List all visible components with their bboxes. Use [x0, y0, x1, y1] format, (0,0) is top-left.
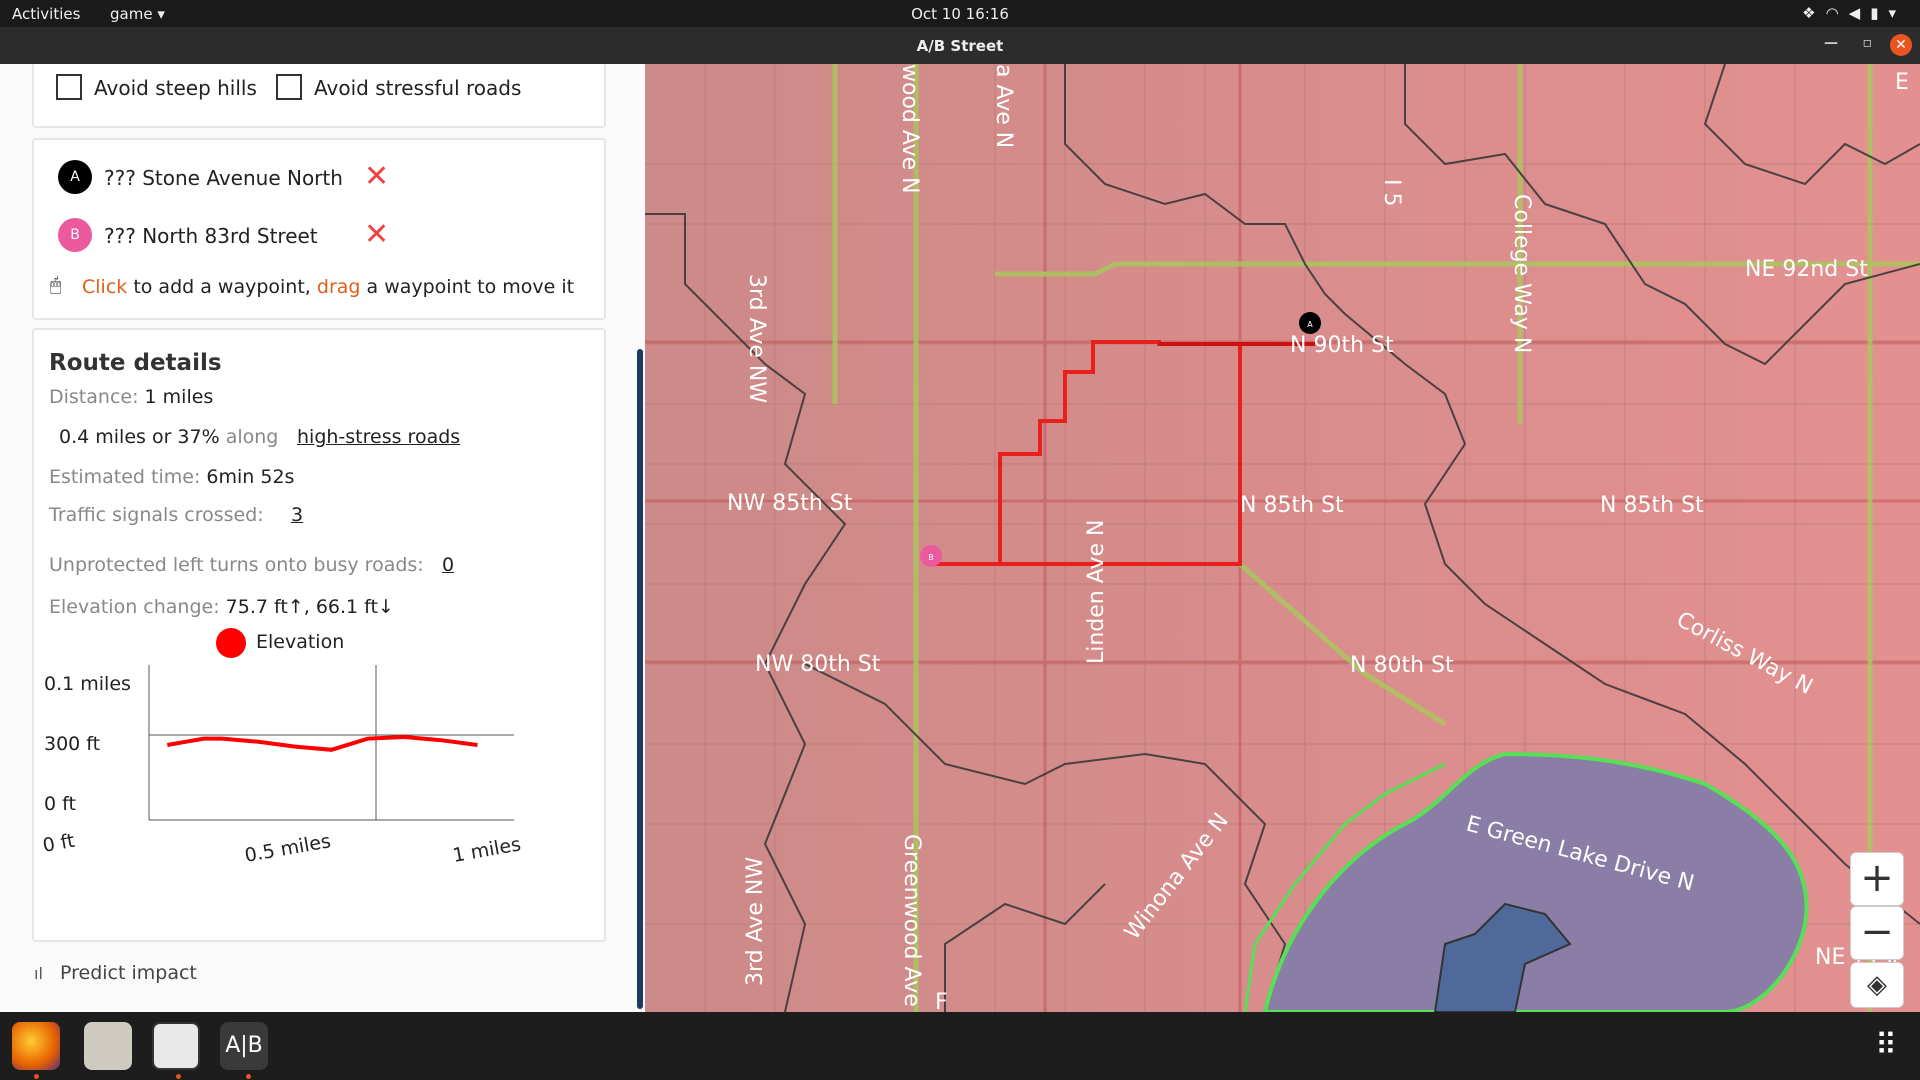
y-tick-label: 0.1 miles [44, 673, 131, 695]
elevation-row: Elevation change: 75.7 ft↑, 66.1 ft↓ [49, 596, 394, 618]
terminal-icon[interactable] [152, 1022, 200, 1070]
map-view[interactable]: A B N 90th St NE 92nd St NW 85th St N 85… [645, 64, 1920, 1012]
high-stress-roads-link[interactable]: high-stress roads [297, 426, 460, 448]
help-drag: drag [316, 276, 361, 298]
elevation-legend-swatch [216, 628, 246, 658]
street-label: N 85th St [1600, 493, 1704, 518]
layers-icon[interactable]: ◈ [1850, 962, 1904, 1008]
street-label: NW 80th St [755, 652, 881, 677]
street-label: Linden Ave N [1084, 519, 1109, 664]
avoid-stressful-label: Avoid stressful roads [314, 76, 522, 100]
route-details-heading: Route details [49, 350, 222, 376]
help-end: a waypoint to move it [360, 276, 575, 298]
street-label: F [935, 990, 948, 1012]
running-indicator [176, 1074, 181, 1079]
street-label: wood Ave N [897, 64, 922, 194]
distance-value: 1 miles [144, 386, 214, 408]
elevation-line [166, 734, 478, 752]
wifi-icon: ◠ [1825, 4, 1849, 22]
zoom-in-button[interactable]: + [1850, 852, 1904, 906]
predict-impact-button[interactable]: Predict impact [60, 962, 197, 984]
avoid-stressful-checkbox[interactable] [276, 74, 302, 100]
battery-icon: ▮ [1870, 4, 1889, 22]
street-label: 3rd Ave NW [744, 274, 769, 403]
y-tick-label: 300 ft [44, 733, 100, 755]
time-row: Estimated time: 6min 52s [49, 466, 294, 488]
map-canvas[interactable]: A B N 90th St NE 92nd St NW 85th St N 85… [645, 64, 1920, 1012]
zoom-out-button[interactable]: − [1850, 906, 1904, 960]
left-turns-label: Unprotected left turns onto busy roads: [49, 554, 424, 576]
street-label: N 85th St [1240, 493, 1344, 518]
elevation-value: 75.7 ft↑, 66.1 ft↓ [225, 596, 394, 618]
system-tray[interactable]: ❖◠◀▮▾ [1802, 4, 1906, 22]
close-icon[interactable]: ✕ [1890, 34, 1912, 56]
waypoints-card: A ??? Stone Avenue North ✕ B ??? North 8… [32, 138, 606, 320]
elevation-chart: 0.1 miles 300 ft 0 ft 0 ft 0.5 miles 1 m… [41, 665, 523, 867]
stress-value: 0.4 miles or 37% [59, 426, 220, 448]
street-label: 3rd Ave NW [743, 857, 768, 986]
chevron-down-icon: ▾ [1888, 4, 1906, 22]
waypoint-help-text: Click to add a waypoint, drag a waypoint… [82, 276, 574, 298]
firefox-icon[interactable] [12, 1022, 60, 1070]
street-label: College Way N [1509, 194, 1534, 353]
y-tick-label: 0 ft [44, 793, 76, 815]
street-label: E [1895, 70, 1909, 95]
remove-waypoint-b-button[interactable]: ✕ [364, 220, 389, 250]
side-panel: Avoid steep hills Avoid stressful roads … [0, 64, 645, 1012]
street-label: a Ave N [991, 64, 1016, 148]
help-click: Click [82, 276, 128, 298]
help-mid: to add a waypoint, [127, 276, 317, 298]
route-options-card: Avoid steep hills Avoid stressful roads [32, 64, 606, 128]
mouse-icon: 🖱 [50, 274, 62, 296]
system-top-bar: Activities game ▾ Oct 10 16:16 ❖◠◀▮▾ [0, 0, 1920, 27]
files-icon[interactable] [84, 1022, 132, 1070]
maximize-icon[interactable]: ▫ [1863, 35, 1873, 51]
waypoint-b-name: ??? North 83rd Street [104, 224, 318, 248]
distance-label: Distance: [49, 386, 139, 408]
elevation-legend-label: Elevation [256, 631, 345, 653]
running-indicator [246, 1074, 251, 1079]
street-label: Greenwood Ave [899, 834, 924, 1007]
distance-row: Distance: 1 miles [49, 386, 213, 408]
route-details-card: Route details Distance: 1 miles 0.4 mile… [32, 328, 606, 942]
avoid-hills-checkbox[interactable] [56, 74, 82, 100]
time-label: Estimated time: [49, 466, 201, 488]
time-value: 6min 52s [206, 466, 295, 488]
waypoint-a-name: ??? Stone Avenue North [104, 166, 343, 190]
dock: A|B ⠿ [0, 1012, 1920, 1080]
stress-row: 0.4 miles or 37% along [59, 426, 278, 448]
window-titlebar: A/B Street — ▫ ✕ [0, 27, 1920, 64]
running-indicator [34, 1074, 39, 1079]
dropbox-icon: ❖ [1802, 4, 1826, 22]
volume-icon: ◀ [1848, 4, 1871, 22]
stress-along: along [225, 426, 279, 448]
clock[interactable]: Oct 10 16:16 [0, 5, 1920, 23]
waypoint-b-marker: B [58, 218, 92, 252]
panel-scrollbar[interactable] [637, 349, 643, 1009]
x-tick-label: 1 miles [451, 833, 523, 867]
elevation-label: Elevation change: [49, 596, 220, 618]
street-label: NE 92nd St [1745, 257, 1868, 282]
avoid-hills-label: Avoid steep hills [94, 76, 257, 100]
bar-chart-icon: ıl [34, 964, 43, 983]
signals-value-link[interactable]: 3 [291, 504, 303, 526]
waypoint-a-marker: A [58, 160, 92, 194]
app-area: Avoid steep hills Avoid stressful roads … [0, 64, 1920, 1012]
signals-label: Traffic signals crossed: [49, 504, 264, 526]
street-label: I 5 [1379, 179, 1404, 206]
street-label: N 90th St [1290, 333, 1394, 358]
x-tick-label: 0 ft [41, 830, 76, 857]
map-waypoint-b-label: B [928, 553, 934, 562]
left-turns-value-link[interactable]: 0 [442, 554, 454, 576]
street-label: N 80th St [1350, 653, 1454, 678]
minimize-icon[interactable]: — [1824, 35, 1838, 51]
map-waypoint-a-label: A [1307, 320, 1313, 329]
window-title: A/B Street [916, 37, 1004, 55]
street-label: NW 85th St [727, 491, 853, 516]
remove-waypoint-a-button[interactable]: ✕ [364, 162, 389, 192]
x-tick-label: 0.5 miles [243, 830, 332, 867]
app-grid-icon[interactable]: ⠿ [1862, 1022, 1910, 1070]
abstreet-icon[interactable]: A|B [220, 1022, 268, 1070]
